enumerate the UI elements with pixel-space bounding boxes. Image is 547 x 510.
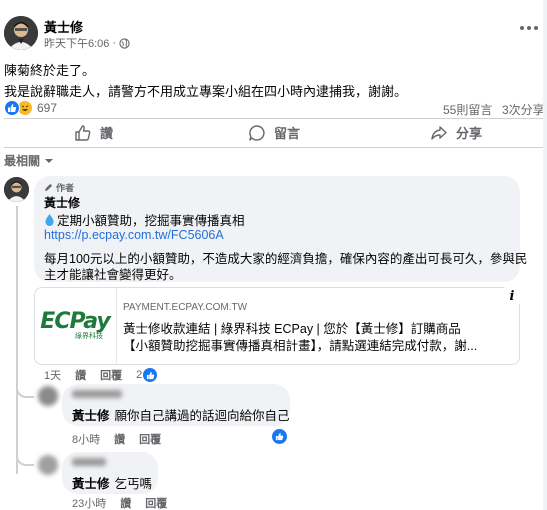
reply-time[interactable]: 8小時 xyxy=(72,431,100,447)
more-options-icon[interactable] xyxy=(520,26,538,30)
comment-like-count[interactable]: 2 xyxy=(136,368,158,382)
reply-reply-link[interactable]: 回覆 xyxy=(139,431,161,447)
post-timestamp[interactable]: 昨天下午6:06 xyxy=(44,35,109,51)
share-button[interactable]: 分享 xyxy=(430,123,482,142)
comment-sort-dropdown[interactable]: 最相關 xyxy=(4,152,54,169)
comment-reply-link[interactable]: 回覆 xyxy=(100,367,122,383)
comment-time[interactable]: 1天 xyxy=(44,367,61,383)
thread-line xyxy=(16,206,18,474)
share-count[interactable]: 3次分享 xyxy=(502,101,545,118)
reply-like-link[interactable]: 讚 xyxy=(120,495,131,510)
author-avatar[interactable] xyxy=(4,16,38,50)
comment-link[interactable]: https://p.ecpay.com.tw/FC5606A xyxy=(44,228,224,242)
reply-like-link[interactable]: 讚 xyxy=(114,431,125,447)
caret-down-icon xyxy=(44,156,54,166)
divider xyxy=(4,147,547,148)
reaction-summary[interactable]: 697 xyxy=(4,100,57,116)
commenter-avatar[interactable] xyxy=(38,455,58,475)
info-icon[interactable]: i xyxy=(500,285,524,307)
reply-reply-link[interactable]: 回覆 xyxy=(145,495,167,510)
pencil-icon xyxy=(44,183,53,192)
divider xyxy=(4,118,547,119)
redacted-name xyxy=(72,458,106,466)
ecpay-logo: ECPay 綠界科技 xyxy=(36,303,114,347)
comment-like-link[interactable]: 讚 xyxy=(75,367,86,383)
comment-text-line-3: 主才能讓社會變得更好。 xyxy=(44,268,182,282)
scrollbar-track[interactable] xyxy=(543,0,547,510)
share-button-label: 分享 xyxy=(456,126,483,141)
post-author-name[interactable]: 黃士修 xyxy=(44,17,83,36)
comment-count[interactable]: 55則留言 xyxy=(443,101,492,118)
commenter-avatar[interactable] xyxy=(4,177,29,202)
mentioned-author[interactable]: 黃士修 xyxy=(72,473,110,492)
comment-bubble-icon xyxy=(248,124,266,142)
like-reaction-icon xyxy=(143,368,158,382)
preview-domain: PAYMENT.ECPAY.COM.TW xyxy=(123,302,248,313)
share-arrow-icon xyxy=(430,124,448,142)
commenter-avatar[interactable] xyxy=(38,386,58,406)
preview-divider xyxy=(116,288,117,364)
post-text-line-1: 陳菊終於走了。 xyxy=(4,63,96,78)
comment-text-line-1: 定期小額贊助，挖掘事實傳播真相 xyxy=(57,214,245,228)
like-button[interactable]: 讚 xyxy=(74,123,113,142)
mentioned-author[interactable]: 黃士修 xyxy=(72,405,110,424)
comment-button[interactable]: 留言 xyxy=(248,123,300,142)
like-reaction-icon[interactable] xyxy=(272,429,287,444)
thumbs-up-icon xyxy=(74,124,92,142)
post-text-line-2: 我是說辭職走人，請警方不用成立專案小組在四小時內逮捕我，謝謝。 xyxy=(4,84,408,99)
separator-dot: · xyxy=(112,37,117,49)
thread-branch xyxy=(16,448,34,466)
comment-button-label: 留言 xyxy=(274,126,301,141)
logo-subtext: 綠界科技 xyxy=(75,333,103,340)
redacted-name xyxy=(72,390,122,398)
reaction-count: 697 xyxy=(37,101,58,115)
reply-text: 乞丐嗎 xyxy=(114,477,153,491)
like-reaction-icon xyxy=(4,100,20,116)
author-badge: 作者 xyxy=(56,183,75,193)
droplet-icon xyxy=(44,213,55,226)
thread-branch xyxy=(16,380,34,398)
reply-time[interactable]: 23小時 xyxy=(72,495,106,510)
comment-author-name[interactable]: 黃士修 xyxy=(44,194,80,211)
preview-title-line-2: 【小額贊助挖掘事實傳播真相計畫】，請點選連結完成付款，謝... xyxy=(123,339,478,353)
reply-text: 願你自己講過的話迴向給你自己 xyxy=(114,409,290,423)
sort-label: 最相關 xyxy=(4,154,41,168)
like-button-label: 讚 xyxy=(100,126,114,141)
globe-icon xyxy=(119,37,130,49)
